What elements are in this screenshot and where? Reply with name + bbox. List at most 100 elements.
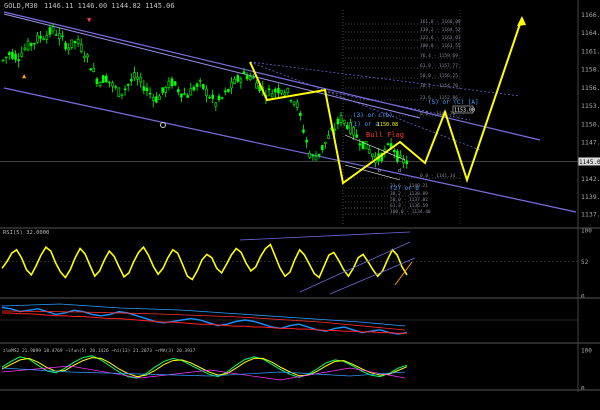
candle-body — [405, 160, 409, 164]
pivot-marker — [160, 122, 166, 128]
candle-body — [342, 119, 346, 124]
candle-body — [371, 153, 374, 157]
candle-body — [86, 54, 89, 58]
candle-body — [352, 127, 355, 136]
candle-body — [211, 94, 215, 99]
candle-body — [255, 82, 258, 89]
fibo-level-label: 50.0 - 1156.25 — [420, 73, 458, 79]
candle-body — [399, 155, 402, 158]
candle-body — [142, 86, 146, 91]
price-tick-label: 1150.60 — [581, 121, 600, 129]
ohlc-quotes: 1146.11 1146.00 1144.82 1145.06 — [43, 2, 175, 10]
price-tick-label: 1166.86 — [581, 11, 600, 19]
candle-body — [92, 68, 96, 72]
rsi-tick-label: 100 — [581, 228, 592, 235]
candle-body — [274, 88, 277, 93]
price-tick-label: 1142.55 — [581, 175, 600, 183]
candle-body — [314, 155, 318, 161]
candle-body — [17, 59, 20, 62]
candle-body — [117, 87, 121, 97]
candle-body — [79, 44, 83, 53]
candle-body — [214, 102, 218, 107]
candle-body — [111, 82, 114, 87]
candle-body — [32, 42, 36, 45]
wave-label-1a: (1) or a — [350, 121, 379, 128]
macd-histogram-line — [1, 303, 406, 327]
candle-body — [83, 55, 86, 58]
stochastic-header: zlmMS2 21.9099 18.4769 ~lfun(5) 20.1426 … — [3, 348, 196, 354]
candle-body — [198, 80, 202, 82]
candle-body — [302, 129, 305, 133]
chart-frame — [0, 0, 600, 392]
price-tick-label: 1161.45 — [581, 47, 600, 55]
candle-body — [7, 52, 11, 55]
rsi-line — [1, 243, 408, 281]
candle-body — [267, 88, 271, 91]
candle-body — [283, 92, 287, 96]
fibo-level-label: 100.0 - 1134.40 — [390, 209, 431, 215]
candle-body — [205, 88, 208, 96]
candle-body — [286, 87, 290, 94]
candle-body — [236, 75, 240, 82]
price-tick-label: 1153.35 — [581, 102, 600, 110]
candle-body — [289, 99, 293, 102]
candle-body — [227, 88, 230, 93]
candle-body — [176, 89, 180, 93]
candle-body — [167, 80, 171, 88]
candle-body — [161, 87, 164, 93]
candle-body — [270, 93, 274, 98]
candle-body — [164, 86, 168, 93]
fibo-level-label: 100.0 - 1161.55 — [420, 43, 461, 49]
price-tick-label: 1139.85 — [581, 193, 600, 201]
candle-body — [51, 26, 55, 32]
rsi-trendline — [239, 231, 411, 241]
candle-body — [170, 78, 174, 87]
candle-body — [26, 40, 30, 51]
candle-body — [189, 88, 193, 96]
candle-body — [70, 39, 74, 48]
rsi-title: RSI(5) 32.0000 — [3, 230, 49, 236]
candle-body — [320, 145, 324, 151]
macd-panel — [0, 303, 578, 335]
candle-body — [248, 76, 252, 80]
candle-body — [114, 86, 117, 88]
wave-label-d: d — [398, 168, 401, 174]
wave-label-2b: (2) or b — [390, 185, 419, 192]
candle-body — [139, 76, 143, 83]
fractal-arrow-down: ▼ — [87, 16, 92, 24]
candle-body — [339, 115, 343, 123]
candle-body — [183, 93, 186, 96]
price-tag-label: 1153.00 — [454, 108, 475, 114]
stoch-tick-label: 0 — [581, 386, 585, 393]
candle-body — [333, 128, 337, 131]
fibo-level-label: 138.2 - 1164.52 — [420, 27, 461, 33]
fibo-level-label: 61.8 - 1136.59 — [390, 203, 428, 209]
candle-body — [61, 35, 64, 37]
bull-flag-label: Bull Flag — [366, 131, 404, 139]
chart-canvas[interactable]: 1166.86 1164.15 1161.45 1158.75 1156.05 1153.… — [0, 0, 600, 410]
candle-body — [23, 47, 27, 50]
fibo-level-label: 38.2 - 1154.70 — [420, 83, 458, 89]
candle-body — [386, 143, 390, 145]
candle-body — [277, 87, 280, 94]
price-panel: 1166.86 1164.15 1161.45 1158.75 1156.05 1153.… — [0, 10, 600, 226]
rsi-tick-label: 52 — [581, 259, 589, 266]
price-tick-label: 1156.05 — [581, 84, 600, 92]
candle-body — [29, 43, 33, 47]
candle-body — [299, 112, 302, 116]
rsi-tick-label: 0 — [581, 294, 585, 301]
candle-body — [76, 39, 80, 45]
candle-body — [95, 78, 99, 84]
candle-body — [98, 82, 102, 87]
candle-body — [242, 71, 246, 75]
candle-body — [151, 96, 155, 101]
channel-lower-line — [3, 87, 577, 213]
price-tick-label: 1164.15 — [581, 29, 600, 37]
price-tick-label: 1147.95 — [581, 138, 600, 146]
candle-body — [145, 87, 149, 92]
candle-body — [245, 75, 249, 80]
candle-body — [67, 47, 71, 51]
candle-body — [108, 81, 111, 83]
candle-body — [136, 76, 139, 80]
fan-line — [249, 61, 521, 97]
